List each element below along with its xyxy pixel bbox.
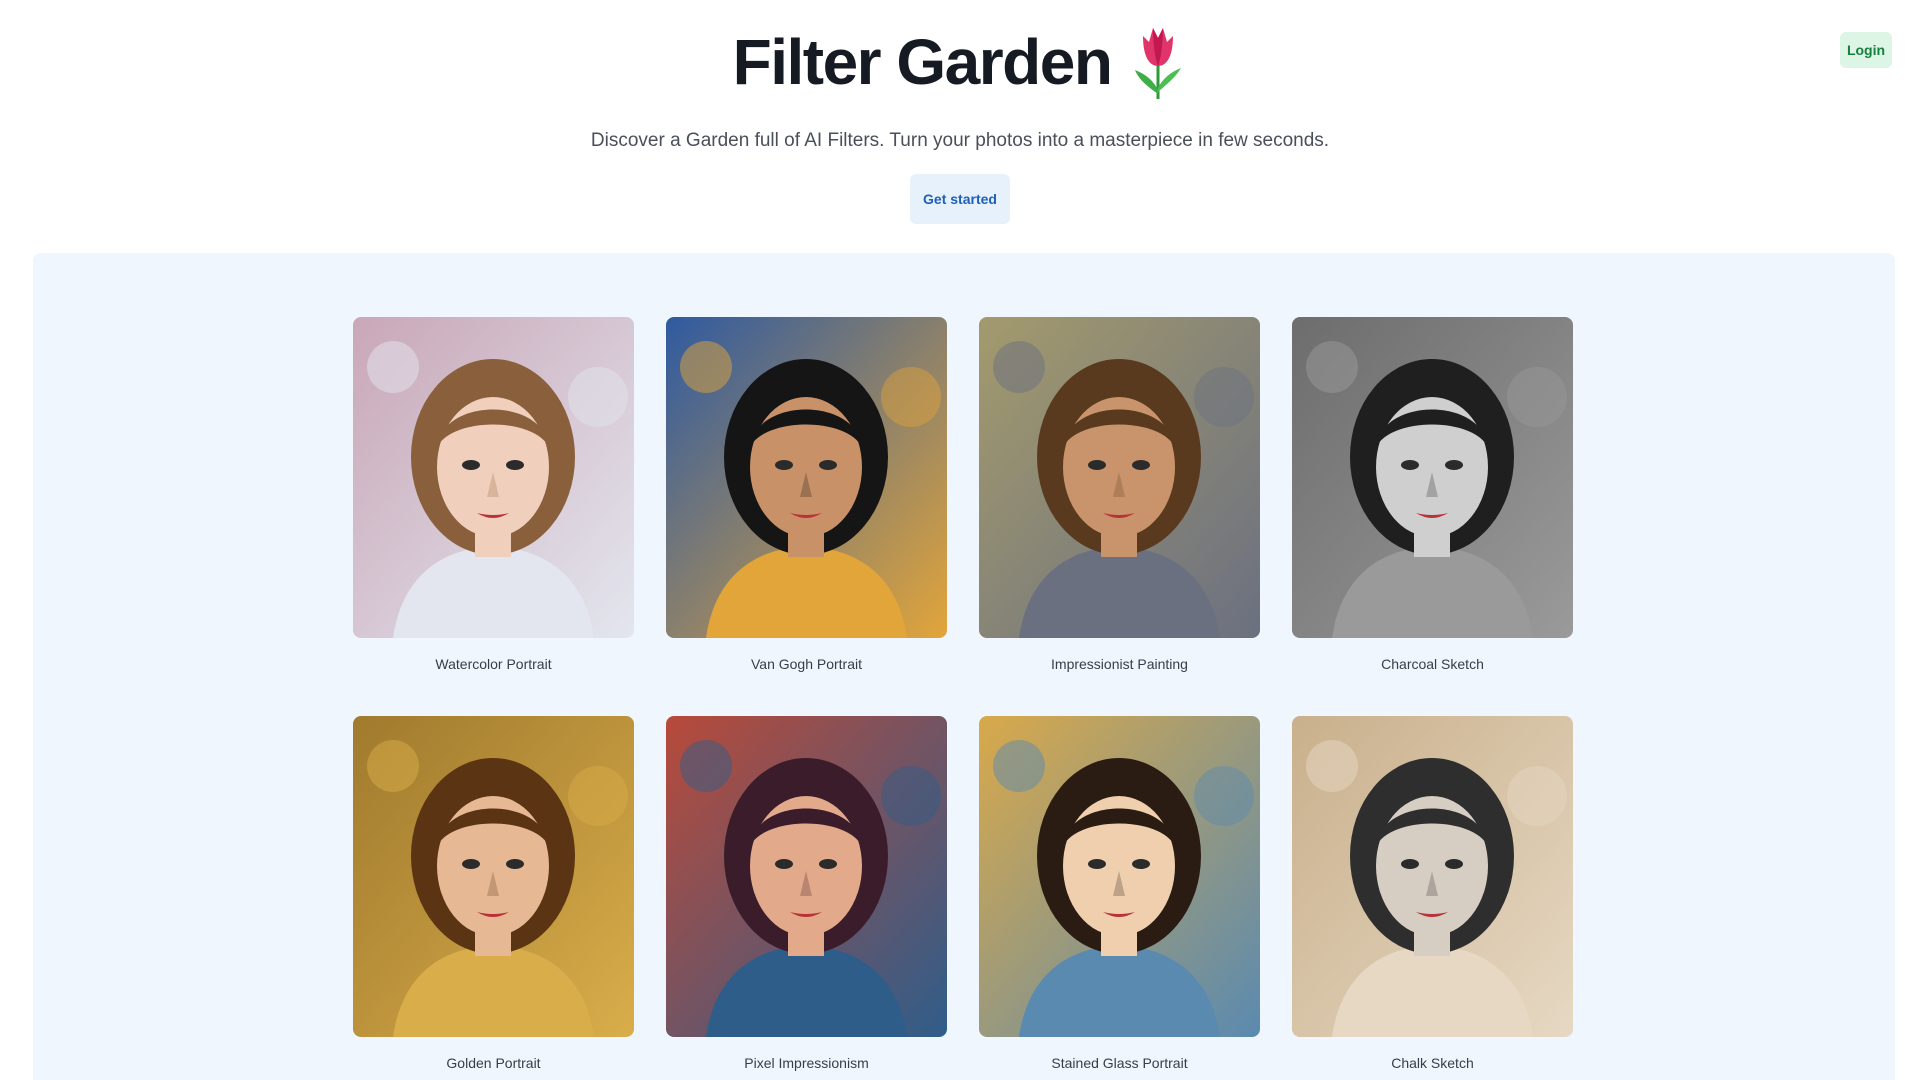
filter-label: Impressionist Painting: [1051, 656, 1188, 672]
hero-section: Filter Garden Discover a Garden full of …: [0, 22, 1920, 224]
filter-card[interactable]: Van Gogh Portrait: [666, 317, 947, 676]
filter-card[interactable]: Watercolor Portrait: [353, 317, 634, 676]
tulip-icon: [1135, 28, 1182, 99]
filter-preview-image[interactable]: [979, 716, 1260, 1037]
filter-preview-image[interactable]: [1292, 716, 1573, 1037]
filter-preview-image[interactable]: [1292, 317, 1573, 638]
landing-page: Login Filter Garden Discover a Garden fu…: [0, 0, 1920, 1080]
filter-card[interactable]: Pixel Impressionism: [666, 716, 947, 1075]
filter-preview-image[interactable]: [353, 716, 634, 1037]
filter-label: Van Gogh Portrait: [750, 656, 863, 672]
filter-preview-image[interactable]: [979, 317, 1260, 638]
filter-preview-image[interactable]: [666, 716, 947, 1037]
filter-label: Charcoal Sketch: [1381, 656, 1484, 672]
filter-label: Golden Portrait: [446, 1055, 541, 1071]
get-started-button[interactable]: Get started: [910, 174, 1010, 224]
filter-label: Stained Glass Portrait: [1051, 1055, 1188, 1071]
filter-card[interactable]: Golden Portrait: [353, 716, 634, 1075]
filter-label: Watercolor Portrait: [435, 656, 552, 672]
filter-label: Chalk Sketch: [1391, 1055, 1474, 1071]
filter-card[interactable]: Charcoal Sketch: [1292, 317, 1573, 676]
filter-preview-image[interactable]: [666, 317, 947, 638]
filter-card[interactable]: Chalk Sketch: [1292, 716, 1573, 1075]
filter-card[interactable]: Impressionist Painting: [979, 317, 1260, 676]
title-row: Filter Garden: [0, 22, 1920, 102]
filter-label: Pixel Impressionism: [744, 1055, 869, 1071]
filter-preview-image[interactable]: [353, 317, 634, 638]
filter-grid: Watercolor Portrait Van Gogh Portrait Impr…: [353, 317, 1573, 1075]
page-title: Filter Garden: [732, 26, 1113, 98]
filter-card[interactable]: Stained Glass Portrait: [979, 716, 1260, 1075]
filter-gallery: Watercolor Portrait Van Gogh Portrait Impr…: [33, 253, 1895, 1080]
hero-subtitle: Discover a Garden full of AI Filters. Tu…: [590, 130, 1330, 151]
